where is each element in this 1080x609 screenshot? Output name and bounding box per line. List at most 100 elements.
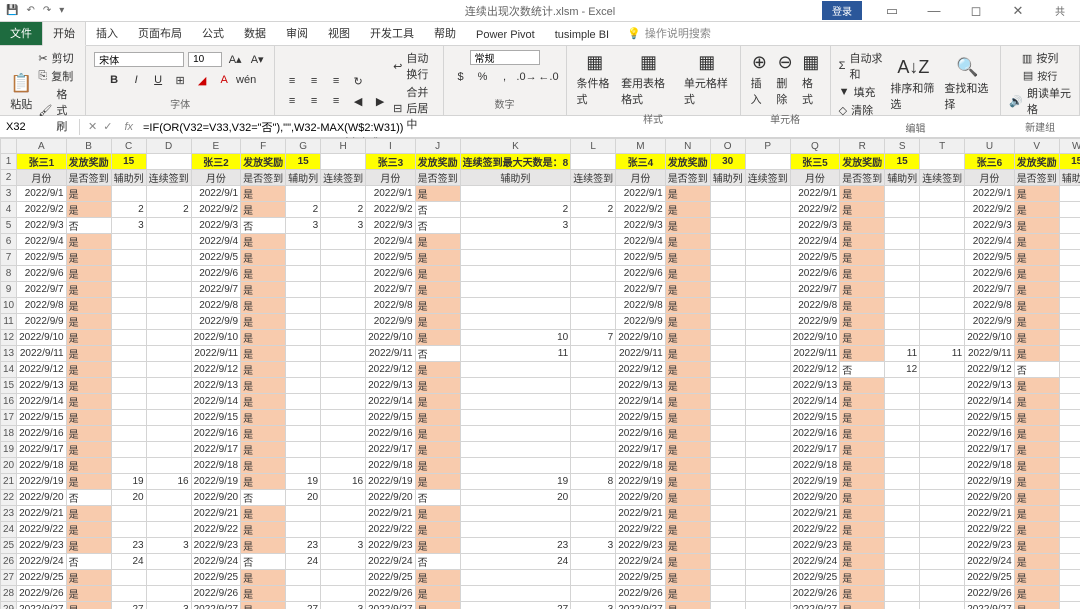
cut-button[interactable]: ✂剪切 [38, 50, 77, 66]
cell[interactable] [321, 442, 366, 458]
cell[interactable]: 是 [241, 602, 286, 609]
cell[interactable]: 11 [1059, 346, 1080, 362]
redo-icon[interactable]: ↷ [43, 5, 51, 16]
cell[interactable] [710, 330, 745, 346]
cell[interactable] [111, 346, 146, 362]
cell[interactable] [460, 442, 571, 458]
cell[interactable] [920, 458, 965, 474]
cell[interactable]: 2022/9/18 [191, 458, 241, 474]
cell[interactable]: 是否签到 [415, 170, 460, 186]
cell[interactable]: 2022/9/1 [965, 186, 1015, 202]
cell[interactable]: 2022/9/17 [17, 442, 67, 458]
phonetic-button[interactable]: wén [237, 71, 255, 89]
cell[interactable] [1059, 570, 1080, 586]
row-header[interactable]: 1 [1, 154, 17, 170]
cell[interactable] [745, 362, 790, 378]
cell[interactable]: 是 [1014, 570, 1059, 586]
cell[interactable] [286, 586, 321, 602]
cell[interactable] [745, 554, 790, 570]
cell[interactable] [111, 266, 146, 282]
cell[interactable]: 是 [241, 538, 286, 554]
cell[interactable] [111, 378, 146, 394]
cell[interactable] [885, 602, 920, 609]
cell[interactable] [1059, 250, 1080, 266]
cell[interactable]: 2022/9/26 [790, 586, 840, 602]
cell[interactable]: 是 [241, 282, 286, 298]
cell[interactable]: 连续签到最大天数是：8 [460, 154, 571, 170]
cell[interactable] [885, 266, 920, 282]
cell[interactable] [1059, 522, 1080, 538]
cell[interactable] [1059, 410, 1080, 426]
cell[interactable] [111, 330, 146, 346]
cell[interactable]: 2022/9/1 [616, 186, 666, 202]
row-header[interactable]: 17 [1, 410, 17, 426]
cell[interactable] [111, 298, 146, 314]
cell[interactable]: 2022/9/10 [191, 330, 241, 346]
cell[interactable] [920, 250, 965, 266]
cell[interactable]: 2022/9/22 [616, 522, 666, 538]
cell[interactable] [920, 282, 965, 298]
cell[interactable]: 是 [66, 282, 111, 298]
cell[interactable]: 2022/9/10 [17, 330, 67, 346]
grow-font-button[interactable]: A▴ [226, 50, 244, 68]
cell[interactable]: 否 [415, 202, 460, 218]
cell[interactable] [1059, 442, 1080, 458]
cell[interactable]: 否 [241, 490, 286, 506]
cell[interactable]: 否 [1014, 362, 1059, 378]
cell[interactable]: 2022/9/18 [366, 458, 416, 474]
cell[interactable]: 2022/9/2 [17, 202, 67, 218]
cell[interactable] [460, 250, 571, 266]
cell[interactable]: 是 [1014, 506, 1059, 522]
cell[interactable]: 是 [840, 282, 885, 298]
cell[interactable]: 2022/9/6 [17, 266, 67, 282]
cell[interactable]: 是 [665, 538, 710, 554]
find-select-button[interactable]: 🔍查找和选择 [942, 55, 992, 114]
cell[interactable] [286, 410, 321, 426]
cell[interactable]: 是 [665, 234, 710, 250]
cell[interactable] [286, 266, 321, 282]
cell[interactable] [146, 250, 191, 266]
cell[interactable] [745, 314, 790, 330]
col-header[interactable]: B [66, 139, 111, 154]
cell[interactable] [1059, 314, 1080, 330]
cell[interactable] [460, 234, 571, 250]
cell[interactable]: 是 [1014, 298, 1059, 314]
cell[interactable]: 张三4 [616, 154, 666, 170]
cell[interactable] [1059, 282, 1080, 298]
cell[interactable] [286, 570, 321, 586]
cell[interactable]: 2022/9/25 [17, 570, 67, 586]
cell[interactable]: 是 [1014, 474, 1059, 490]
cell[interactable] [745, 538, 790, 554]
cell[interactable] [321, 458, 366, 474]
cell[interactable]: 是 [665, 554, 710, 570]
cell[interactable]: 是 [1014, 266, 1059, 282]
cell[interactable] [571, 154, 616, 170]
cell[interactable]: 是否签到 [66, 170, 111, 186]
cell[interactable]: 月份 [616, 170, 666, 186]
tab-data[interactable]: 数据 [234, 21, 276, 45]
align-right-button[interactable]: ≡ [327, 92, 345, 110]
cell[interactable]: 是 [415, 282, 460, 298]
cell[interactable] [111, 522, 146, 538]
cell[interactable]: 是 [1014, 314, 1059, 330]
cell[interactable] [146, 522, 191, 538]
row-header[interactable]: 20 [1, 458, 17, 474]
cell[interactable]: 是 [241, 570, 286, 586]
tab-home[interactable]: 开始 [42, 20, 86, 46]
cell[interactable] [286, 330, 321, 346]
cell[interactable]: 16 [146, 474, 191, 490]
cell[interactable] [710, 314, 745, 330]
cell[interactable]: 是 [241, 266, 286, 282]
cell[interactable] [111, 250, 146, 266]
cell[interactable]: 是 [665, 394, 710, 410]
cell[interactable]: 发放奖励 [1014, 154, 1059, 170]
cell[interactable]: 是 [415, 362, 460, 378]
cell[interactable]: 是 [665, 426, 710, 442]
cell[interactable] [920, 394, 965, 410]
cell[interactable] [920, 186, 965, 202]
cell[interactable]: 发放奖励 [415, 154, 460, 170]
cell[interactable] [146, 554, 191, 570]
cell[interactable]: 23 [460, 538, 571, 554]
cell[interactable]: 是 [415, 186, 460, 202]
row-header[interactable]: 26 [1, 554, 17, 570]
